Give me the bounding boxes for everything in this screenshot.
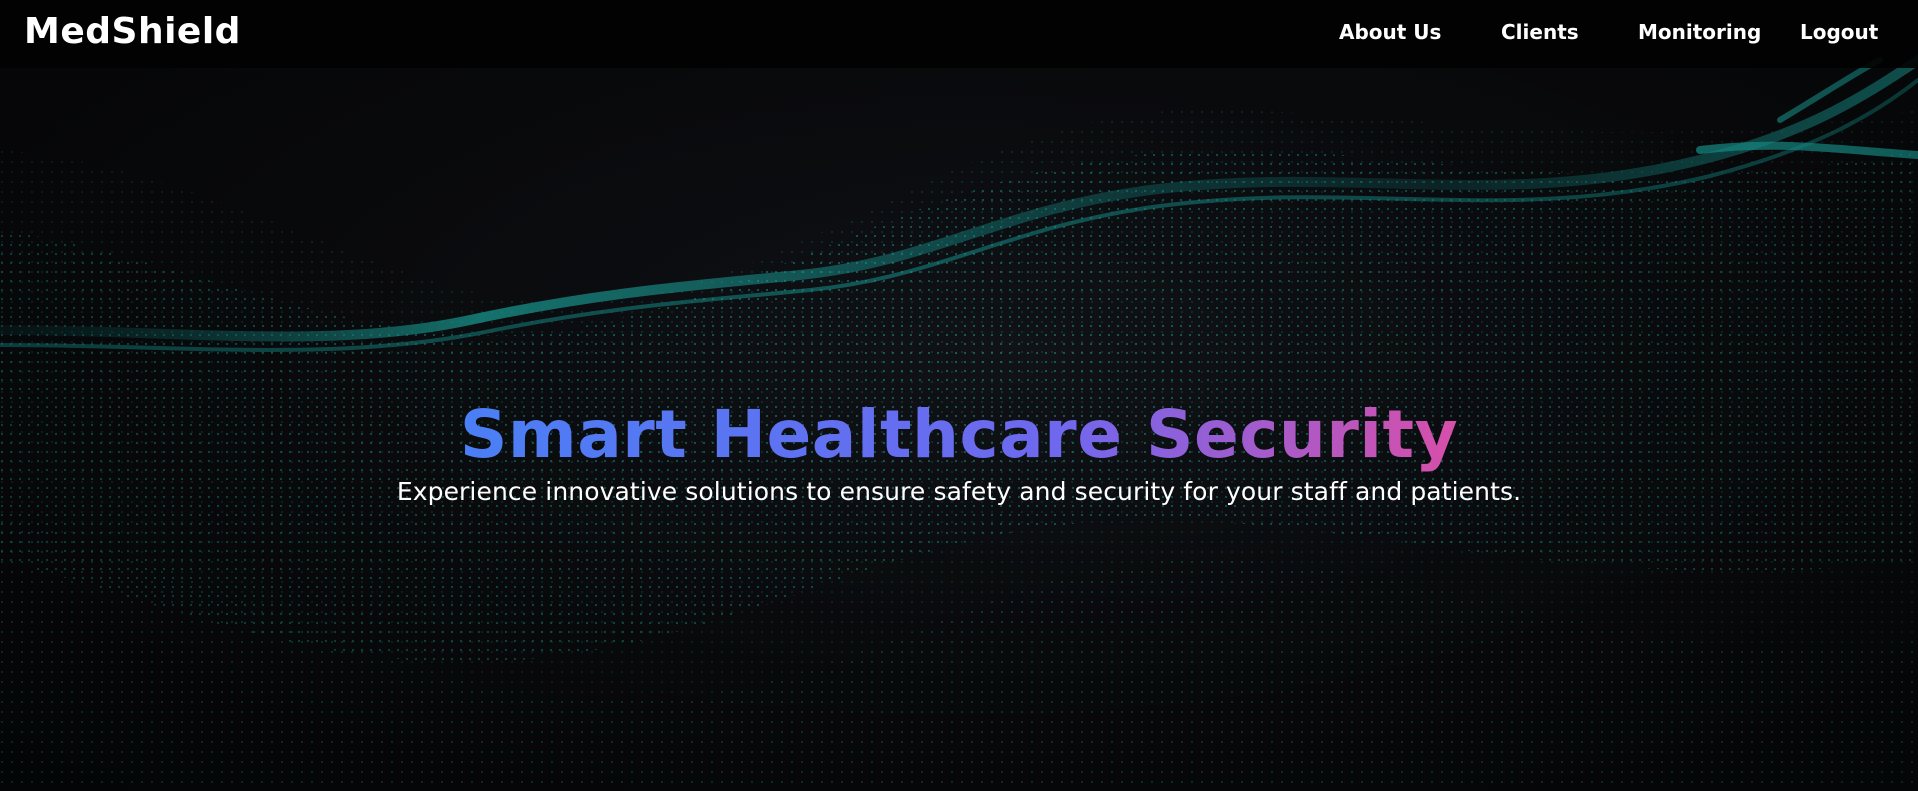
nav-link-logout[interactable]: Logout	[1800, 20, 1878, 44]
hero-section: Smart Healthcare Security Experience inn…	[0, 395, 1918, 509]
brand-logo-text[interactable]: MedShield	[24, 10, 241, 54]
top-navbar: MedShield About Us Clients Monitoring Lo…	[0, 0, 1918, 68]
hero-title: Smart Healthcare Security	[459, 396, 1459, 473]
hero-subtitle: Experience innovative solutions to ensur…	[396, 477, 1522, 506]
nav-link-clients[interactable]: Clients	[1501, 20, 1579, 44]
nav-link-about-us[interactable]: About Us	[1339, 20, 1441, 44]
nav-link-monitoring[interactable]: Monitoring	[1638, 20, 1761, 44]
landing-page: MedShield About Us Clients Monitoring Lo…	[0, 0, 1918, 791]
